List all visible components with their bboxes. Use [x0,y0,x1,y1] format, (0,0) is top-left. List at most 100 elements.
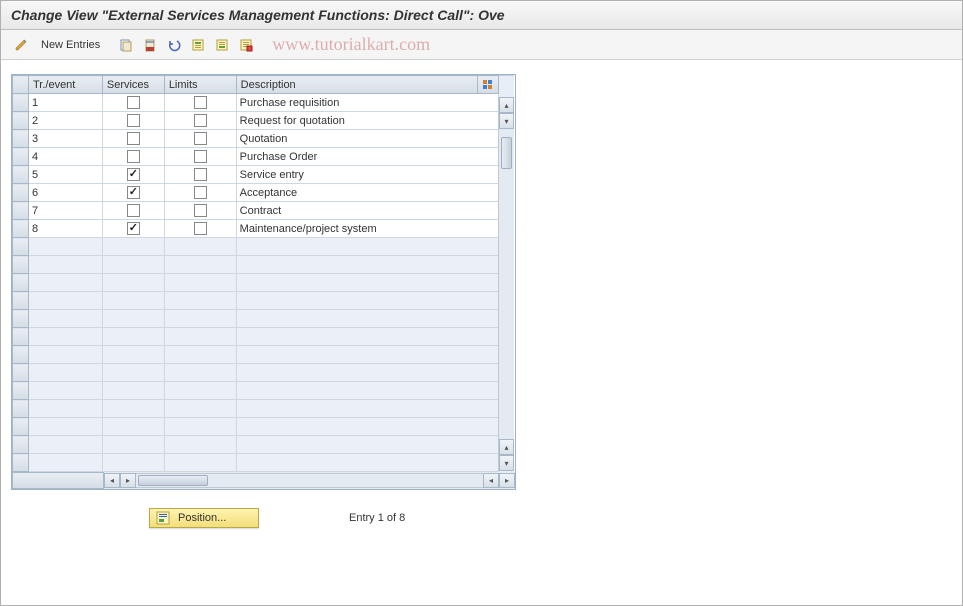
row-selector[interactable] [13,112,29,130]
scroll-up-icon[interactable]: ▾ [499,113,514,129]
services-checkbox[interactable] [127,96,140,109]
cell-description[interactable]: Purchase requisition [236,94,498,112]
select-block-icon[interactable] [212,35,232,55]
limits-checkbox[interactable] [194,222,207,235]
row-selector[interactable] [13,220,29,238]
scroll-right-page-icon[interactable]: ▸ [499,473,515,488]
cell-services[interactable] [102,184,164,202]
cell-tr-event[interactable]: 5 [28,166,102,184]
cell-description[interactable]: Purchase Order [236,148,498,166]
cell-description[interactable]: Maintenance/project system [236,220,498,238]
row-selector[interactable] [13,418,29,436]
row-selector[interactable] [13,400,29,418]
scroll-right-icon[interactable]: ◂ [483,473,499,488]
cell-services[interactable] [102,94,164,112]
scroll-down-page-icon[interactable]: ▾ [499,455,514,471]
row-selector[interactable] [13,238,29,256]
scroll-left-icon[interactable]: ▸ [120,473,136,488]
cell-tr-event[interactable]: 3 [28,130,102,148]
select-all-icon[interactable] [188,35,208,55]
limits-checkbox[interactable] [194,204,207,217]
scroll-left-page-icon[interactable]: ◂ [104,473,120,488]
cell-services[interactable] [102,202,164,220]
cell-tr-event[interactable]: 8 [28,220,102,238]
hscroll-thumb[interactable] [138,475,208,486]
column-header-services[interactable]: Services [102,76,164,94]
scrollbar-track[interactable] [499,129,514,439]
limits-checkbox[interactable] [194,186,207,199]
cell-tr-event[interactable]: 6 [28,184,102,202]
cell-limits[interactable] [164,112,236,130]
cell-limits[interactable] [164,130,236,148]
cell-limits[interactable] [164,148,236,166]
delete-icon[interactable] [140,35,160,55]
undo-icon[interactable] [164,35,184,55]
row-selector[interactable] [13,202,29,220]
data-table-container: Tr./event Services Limits Description 1 P… [11,74,516,490]
limits-checkbox[interactable] [194,168,207,181]
services-checkbox[interactable] [127,114,140,127]
row-selector[interactable] [13,382,29,400]
limits-checkbox[interactable] [194,150,207,163]
cell-description[interactable]: Quotation [236,130,498,148]
copy-icon[interactable] [116,35,136,55]
row-selector[interactable] [13,256,29,274]
position-button[interactable]: Position... [149,508,259,528]
services-checkbox[interactable] [127,186,140,199]
row-selector[interactable] [13,94,29,112]
table-settings-icon[interactable] [477,76,498,94]
services-checkbox[interactable] [127,150,140,163]
cell-description[interactable]: Contract [236,202,498,220]
footer: Position... Entry 1 of 8 [149,508,952,528]
limits-checkbox[interactable] [194,114,207,127]
cell-description[interactable]: Acceptance [236,184,498,202]
services-checkbox[interactable] [127,132,140,145]
limits-checkbox[interactable] [194,96,207,109]
row-selector[interactable] [13,166,29,184]
new-entries-button[interactable]: New Entries [35,37,106,53]
row-selector[interactable] [13,364,29,382]
row-selector[interactable] [13,346,29,364]
cell-limits[interactable] [164,166,236,184]
scrollbar-thumb[interactable] [501,137,512,169]
cell-limits[interactable] [164,94,236,112]
vertical-scrollbar[interactable]: ▴ ▾ ▴ ▾ [498,97,514,471]
cell-limits[interactable] [164,202,236,220]
column-header-description[interactable]: Description [236,76,477,94]
services-checkbox[interactable] [127,204,140,217]
services-checkbox[interactable] [127,222,140,235]
cell-services[interactable] [102,148,164,166]
cell-services[interactable] [102,112,164,130]
cell-tr-event[interactable]: 2 [28,112,102,130]
row-selector[interactable] [13,130,29,148]
cell-limits[interactable] [164,220,236,238]
cell-services[interactable] [102,130,164,148]
scroll-up-page-icon[interactable]: ▴ [499,97,514,113]
row-selector[interactable] [13,328,29,346]
cell-tr-event[interactable]: 7 [28,202,102,220]
cell-services[interactable] [102,220,164,238]
services-checkbox[interactable] [127,168,140,181]
row-selector[interactable] [13,184,29,202]
row-selector[interactable] [13,292,29,310]
change-icon[interactable] [11,35,31,55]
cell-services[interactable] [102,166,164,184]
cell-tr-event[interactable]: 4 [28,148,102,166]
cell-description[interactable]: Request for quotation [236,112,498,130]
row-selector[interactable] [13,148,29,166]
deselect-all-icon[interactable] [236,35,256,55]
row-selector-header[interactable] [13,76,29,94]
hscroll-track[interactable] [136,473,483,488]
scroll-down-icon[interactable]: ▴ [499,439,514,455]
cell-tr-event[interactable]: 1 [28,94,102,112]
row-selector[interactable] [13,454,29,472]
column-header-limits[interactable]: Limits [164,76,236,94]
row-selector[interactable] [13,274,29,292]
cell-description[interactable]: Service entry [236,166,498,184]
limits-checkbox[interactable] [194,132,207,145]
column-header-tr-event[interactable]: Tr./event [28,76,102,94]
cell-limits[interactable] [164,184,236,202]
row-selector[interactable] [13,436,29,454]
table-row-empty [13,436,499,454]
row-selector[interactable] [13,310,29,328]
